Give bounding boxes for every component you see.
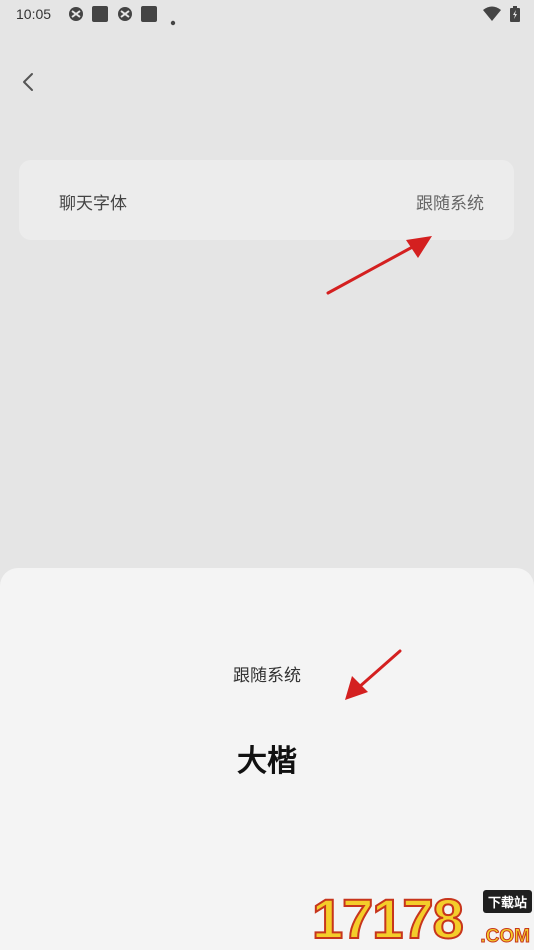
status-bar: 10:05 <box>0 0 534 28</box>
chat-font-value: 跟随系统 <box>416 194 484 214</box>
chevron-left-icon <box>23 73 33 91</box>
watermark-suffix: .COM <box>480 926 531 948</box>
battery-icon <box>510 6 520 22</box>
wifi-icon <box>482 6 501 21</box>
notification-app-icon <box>67 6 85 26</box>
annotation-arrow <box>326 236 432 295</box>
more-dot-icon <box>170 11 176 30</box>
watermark-tag: 下载站 <box>482 890 532 913</box>
font-option-system[interactable]: 跟随系统 <box>0 661 534 686</box>
notification-app-icon <box>116 6 134 26</box>
chat-font-setting-row[interactable]: 聊天字体 跟随系统 <box>19 160 514 240</box>
watermark-logo: 17178 下载站 .COM <box>311 887 534 950</box>
font-option-dakai[interactable]: 大楷 <box>0 736 534 780</box>
notification-square-icon <box>141 6 157 26</box>
status-time: 10:05 <box>16 6 52 22</box>
notification-square-icon <box>92 6 108 26</box>
watermark-digits: 17178 <box>311 887 465 950</box>
back-button[interactable] <box>14 68 42 96</box>
chat-font-label: 聊天字体 <box>59 194 127 214</box>
status-right-icons <box>482 6 520 26</box>
